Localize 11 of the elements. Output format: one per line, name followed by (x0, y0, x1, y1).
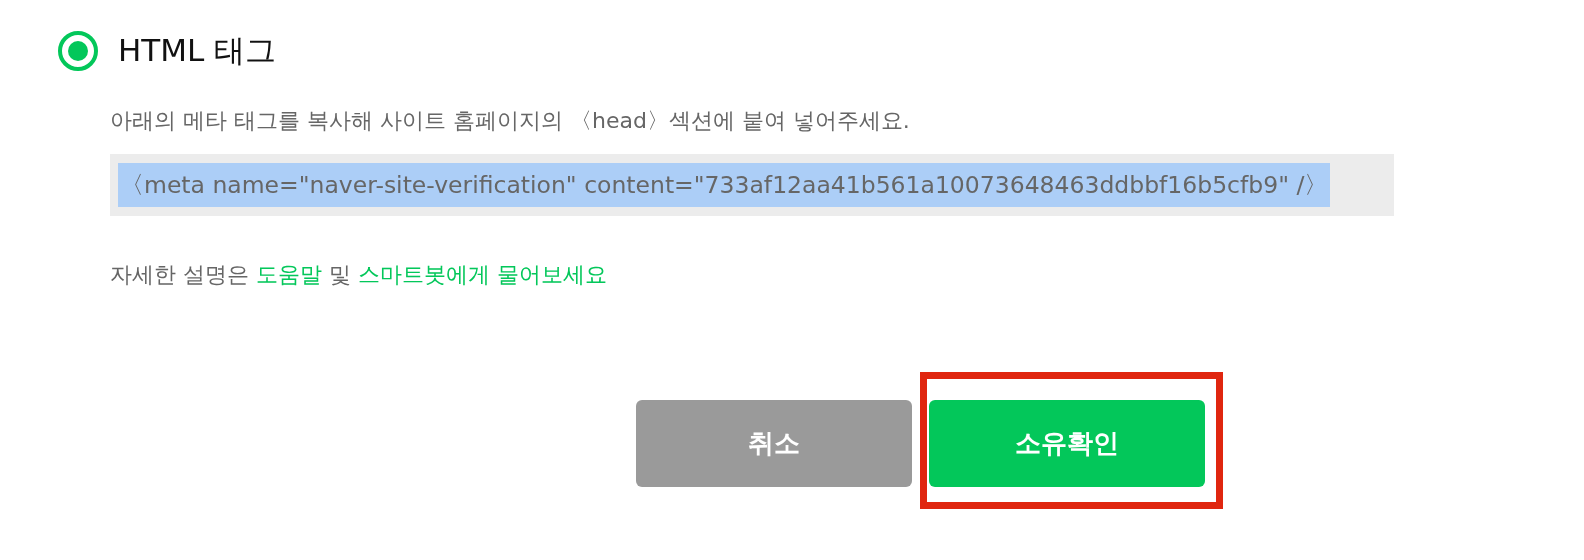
confirm-button[interactable]: 소유확인 (929, 400, 1205, 487)
help-text: 자세한 설명은 (110, 261, 249, 289)
radio-button[interactable] (58, 31, 98, 71)
cancel-button[interactable]: 취소 (636, 400, 912, 487)
code-field[interactable]: 〈meta name="naver-site-verification" content="733af12aa41b561a10073648463ddbbf16b5cfb9" /〉 (110, 154, 1394, 216)
help-text: 및 (329, 261, 351, 289)
help-link[interactable]: 스마트봇에게 물어보세요 (358, 260, 607, 290)
meta-tag-code: 〈meta name="naver-site-verification" content="733af12aa41b561a10073648463ddbbf16b5cfb9" /〉 (118, 163, 1331, 207)
option-label: HTML 태그 (118, 31, 277, 70)
help-link[interactable]: 도움말 (256, 260, 322, 290)
instruction-text: 아래의 메타 태그를 복사해 사이트 홈페이지의 〈head〉섹션에 붙여 넣어주세요. (110, 107, 911, 135)
